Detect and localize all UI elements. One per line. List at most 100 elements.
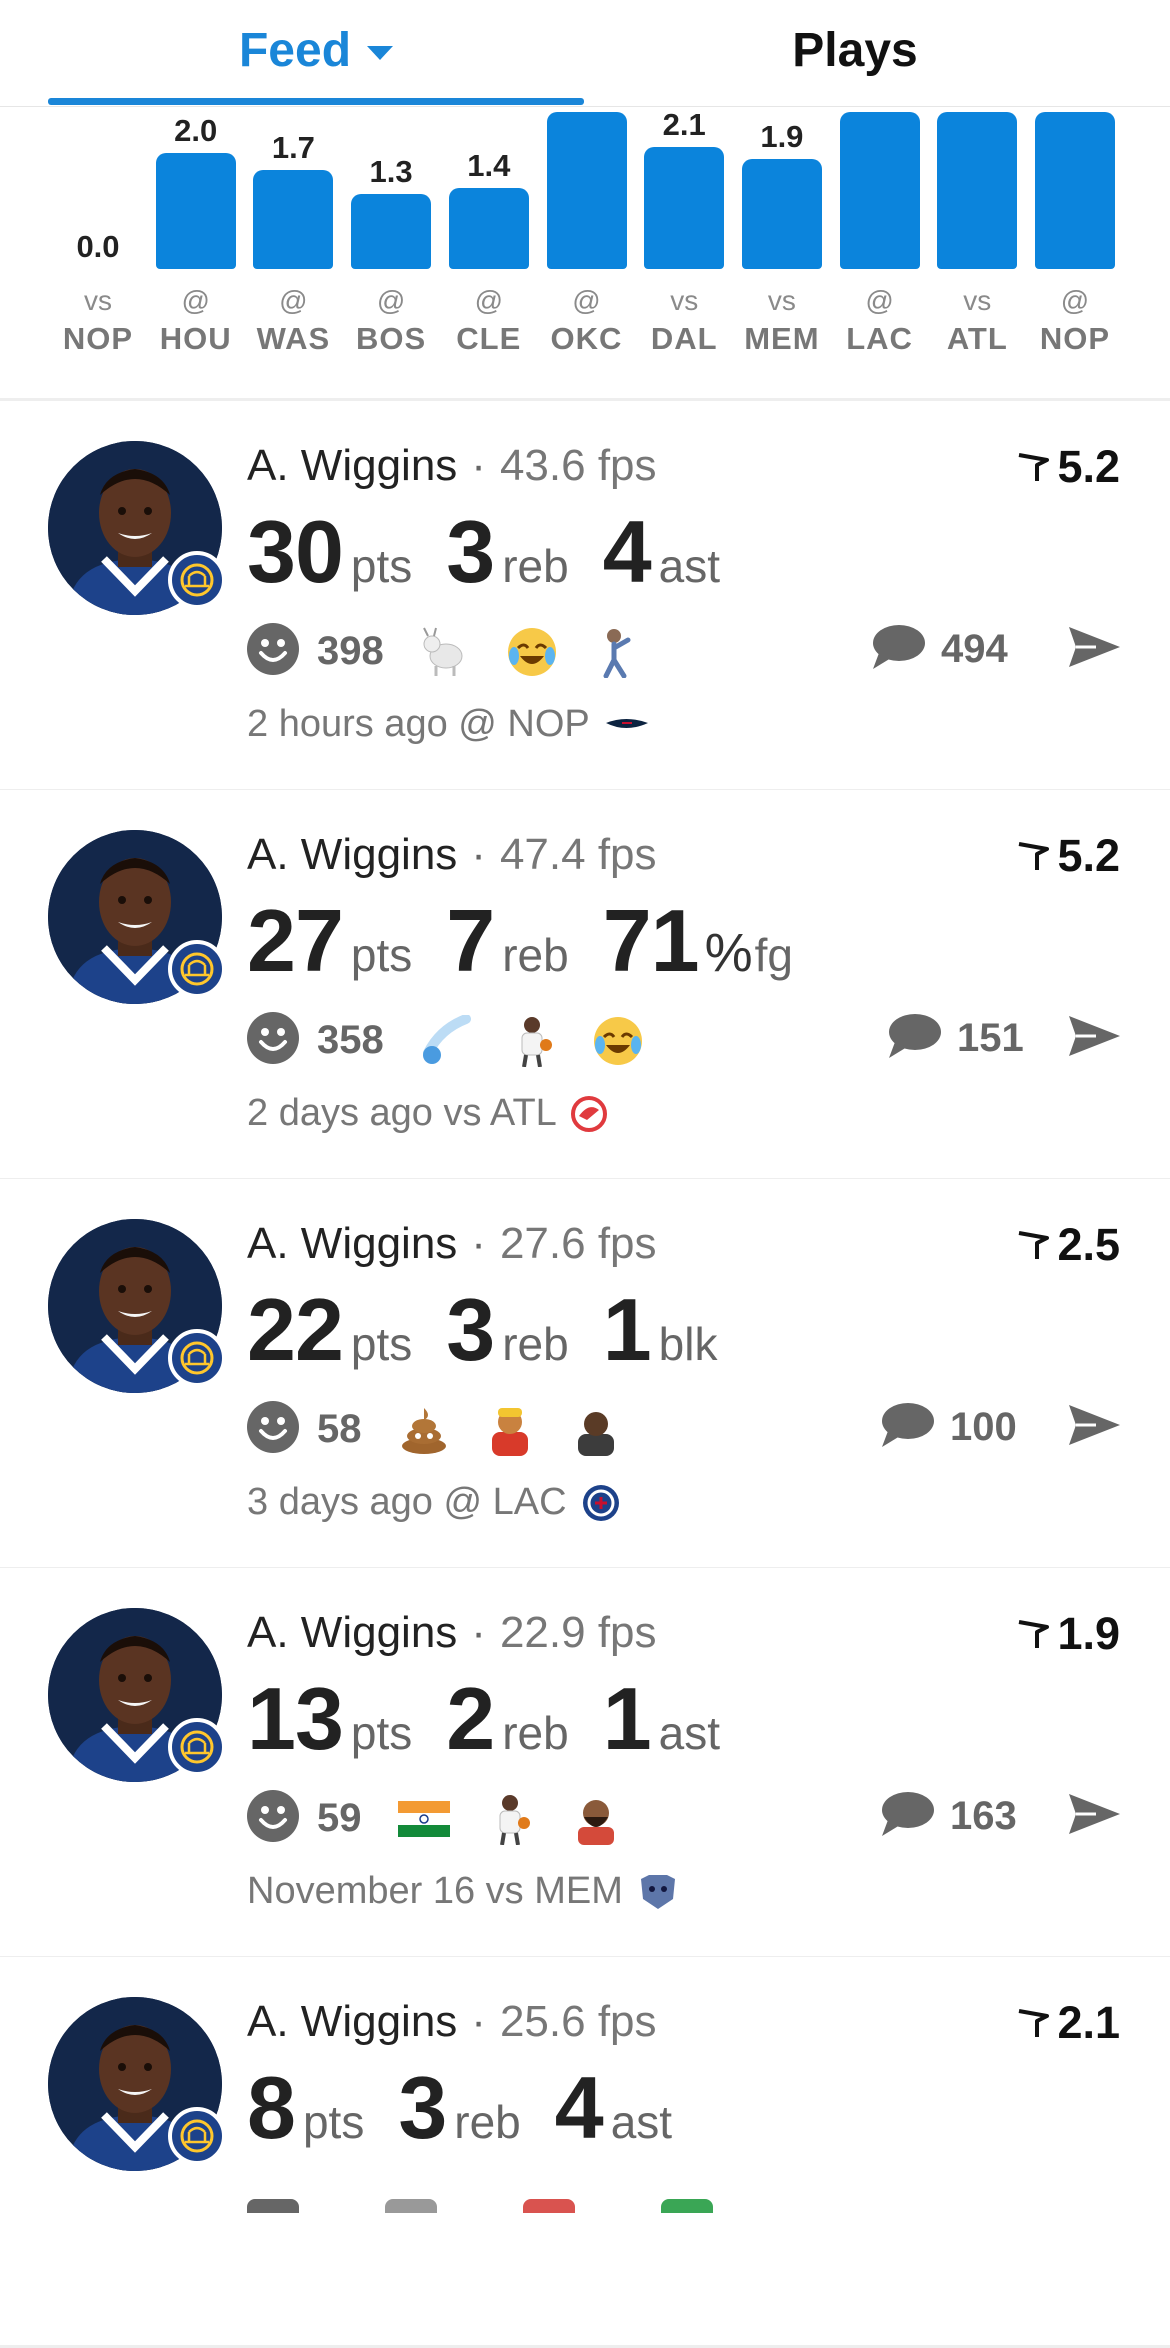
chart-bar[interactable] <box>351 193 432 269</box>
comments-button[interactable]: 100 <box>878 1401 1017 1454</box>
pose-emoji-icon[interactable] <box>592 626 644 678</box>
chart-bar[interactable] <box>741 158 822 269</box>
add-reaction-smiley-icon[interactable] <box>247 1401 299 1458</box>
chart-bar[interactable] <box>546 112 627 269</box>
chart-opponent-label: HOU <box>159 321 232 356</box>
game-time-location: 2 hours ago @ NOP <box>247 703 650 746</box>
player-name[interactable]: A. Wiggins <box>247 1219 457 1268</box>
player-emoji-icon[interactable] <box>506 1015 558 1067</box>
cursor-arrow-icon <box>1017 1219 1057 1271</box>
add-reaction-smiley-icon[interactable] <box>247 1012 299 1069</box>
fantasy-points: 47.4 fps <box>499 830 657 879</box>
chart-opponent-label: BOS <box>356 321 427 356</box>
stat-line: 22 pts 3 reb 1 blk <box>247 1279 751 1381</box>
add-reaction-smiley-icon[interactable] <box>247 1790 299 1847</box>
partial-reaction-icon[interactable] <box>385 2199 437 2213</box>
partial-reaction-icon[interactable] <box>523 2199 575 2213</box>
cursor-arrow-icon <box>1017 830 1057 882</box>
stat-number: 4 <box>602 502 652 601</box>
warriors-logo-icon <box>168 2107 226 2165</box>
chart-bar[interactable] <box>839 112 920 269</box>
partial-reaction-icon[interactable] <box>661 2199 713 2213</box>
chart-bar[interactable] <box>448 187 529 269</box>
feed-card[interactable]: A. Wiggins · 27.6 fps 2.5 22 pts 3 reb 1 blk 58 100… <box>0 1179 1170 1570</box>
player-emoji-icon[interactable] <box>484 1793 536 1845</box>
stat-unit: pts <box>350 1707 413 1759</box>
wrestler-emoji-icon[interactable] <box>484 1404 536 1456</box>
player-name[interactable]: A. Wiggins <box>247 1997 457 2046</box>
game-score-value: 5.2 <box>1057 441 1120 492</box>
tab-plays[interactable]: Plays <box>585 0 1125 100</box>
add-reaction-smiley-icon[interactable] <box>247 623 299 680</box>
feed-card[interactable]: A. Wiggins · 43.6 fps 5.2 30 pts 3 reb 4 ast 398 49… <box>0 401 1170 792</box>
joy-emoji-icon[interactable] <box>592 1015 644 1067</box>
game-score: 2.5 <box>1017 1219 1120 1271</box>
share-send-icon[interactable] <box>1066 1012 1122 1065</box>
comment-bubble-icon <box>869 623 925 676</box>
stat-unit: pts <box>350 929 413 981</box>
comments-button[interactable]: 151 <box>885 1012 1024 1065</box>
reaction-count[interactable]: 398 <box>317 629 384 674</box>
man-emoji-icon[interactable] <box>570 1404 622 1456</box>
reaction-count[interactable]: 58 <box>317 1407 362 1452</box>
chevron-down-icon[interactable] <box>367 46 394 60</box>
partial-reaction-icon[interactable] <box>247 2199 299 2213</box>
goat-emoji-icon[interactable] <box>420 626 472 678</box>
chart-bar[interactable] <box>1035 112 1115 269</box>
stat-unit: ast <box>610 2096 673 2148</box>
chart-bar[interactable] <box>644 147 725 269</box>
comment-count: 494 <box>941 627 1008 671</box>
poop-emoji-icon[interactable] <box>398 1404 450 1456</box>
game-time-location: November 16 vs MEM <box>247 1870 679 1913</box>
share-send-icon[interactable] <box>1066 623 1122 676</box>
cursor-arrow-icon <box>1017 1997 1057 2049</box>
separator-dot: · <box>471 1608 486 1657</box>
pelicans-logo-icon <box>604 715 650 735</box>
share-send-icon[interactable] <box>1066 1790 1122 1843</box>
chart-opponent-label: NOP <box>1039 321 1111 356</box>
feed-card[interactable]: A. Wiggins · 22.9 fps 1.9 13 pts 2 reb 1 ast 59 163… <box>0 1568 1170 1959</box>
reaction-count[interactable]: 59 <box>317 1796 362 1841</box>
feed-card[interactable]: A. Wiggins · 25.6 fps 2.1 8 pts 3 reb 4 ast <box>0 1957 1170 2348</box>
stat-unit: reb <box>502 540 569 592</box>
chart-home-away-label: vs <box>767 285 796 316</box>
comet-emoji-icon[interactable] <box>420 1014 472 1067</box>
chart-home-away-label: @ <box>279 285 308 316</box>
chart-bar[interactable] <box>155 153 236 269</box>
stat-unit: reb <box>502 929 569 981</box>
top-tab-bar: Feed Plays <box>0 0 1170 107</box>
player-name[interactable]: A. Wiggins <box>247 830 457 879</box>
stat-number: 71 <box>602 891 700 990</box>
comment-count: 151 <box>957 1016 1024 1060</box>
beard-emoji-icon[interactable] <box>570 1793 622 1845</box>
chart-home-away-label: vs <box>670 285 699 316</box>
clippers-logo-icon <box>581 1483 621 1523</box>
comments-button[interactable]: 494 <box>869 623 1008 676</box>
india-flag-emoji-icon[interactable] <box>397 1793 450 1845</box>
player-name-line: A. Wiggins · 25.6 fps <box>247 1997 657 2047</box>
share-send-icon[interactable] <box>1066 1401 1122 1454</box>
tab-feed[interactable]: Feed <box>48 0 584 100</box>
tab-feed-label: Feed <box>238 23 352 77</box>
player-name-line: A. Wiggins · 27.6 fps <box>247 1219 657 1269</box>
chart-home-away-label: vs <box>84 285 112 316</box>
player-name[interactable]: A. Wiggins <box>247 441 457 490</box>
reaction-bar-partial <box>247 2199 713 2213</box>
chart-bar[interactable] <box>253 170 334 269</box>
feed-card[interactable]: A. Wiggins · 47.4 fps 5.2 27 pts 7 reb 71 %fg 358 1… <box>0 790 1170 1181</box>
joy-emoji-icon[interactable] <box>506 626 558 678</box>
stat-number: 30 <box>247 502 344 601</box>
chart-bar[interactable] <box>937 112 1018 269</box>
game-score-value: 2.5 <box>1057 1219 1120 1270</box>
stat-line: 13 pts 2 reb 1 ast <box>247 1668 754 1770</box>
hawks-logo-icon <box>570 1095 607 1132</box>
game-score: 5.2 <box>1017 441 1120 493</box>
grizzlies-logo-icon <box>637 1873 679 1911</box>
player-name[interactable]: A. Wiggins <box>247 1608 457 1657</box>
fantasy-points: 22.9 fps <box>499 1608 657 1657</box>
reaction-count[interactable]: 358 <box>317 1018 384 1063</box>
chart-opponent-label: NOP <box>62 321 134 356</box>
separator-dot: · <box>471 441 486 490</box>
comments-button[interactable]: 163 <box>878 1790 1017 1843</box>
chart-home-away-label: @ <box>181 285 210 316</box>
